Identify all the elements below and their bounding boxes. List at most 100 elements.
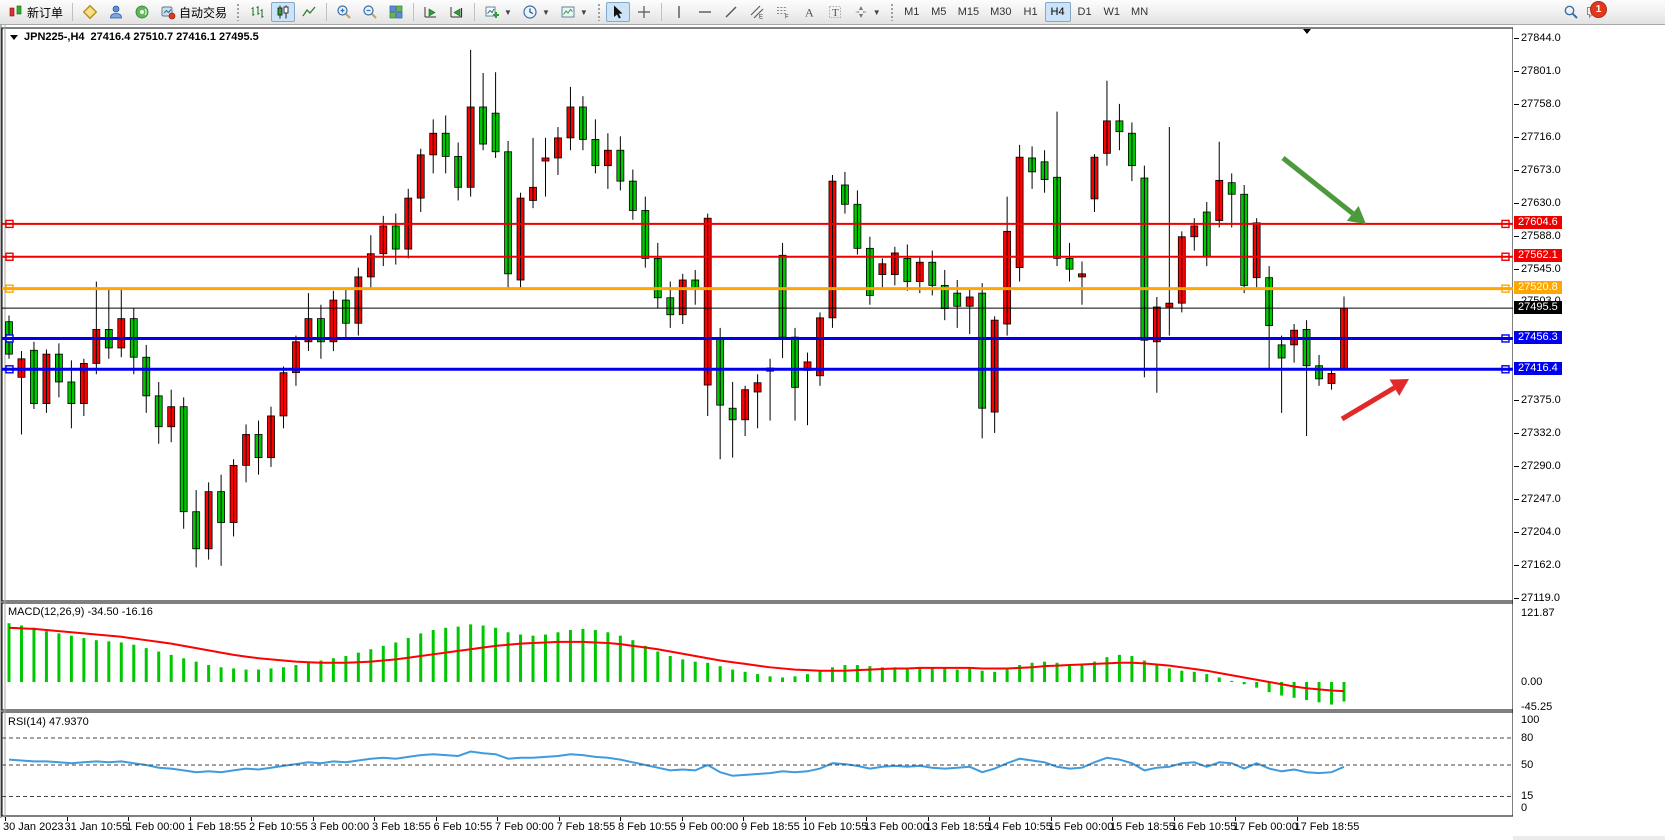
periods-button[interactable]: ▼ — [518, 2, 554, 22]
toolbar-drag-handle[interactable] — [890, 3, 894, 21]
timeframe-button-M1[interactable]: M1 — [899, 2, 925, 22]
macd-hist-bar — [1268, 682, 1271, 692]
toolbar-drag-handle[interactable] — [597, 3, 601, 21]
new-order-button[interactable]: 新订单 — [4, 2, 67, 22]
time-tick — [128, 817, 129, 821]
notification-badge[interactable]: 1 — [1590, 1, 1607, 18]
text-tool-button[interactable]: A — [797, 2, 821, 22]
price-tick: 27332.0 — [1521, 427, 1561, 439]
time-tick — [1051, 817, 1052, 821]
macd-hist-bar — [1130, 656, 1133, 682]
macd-axis-zero: 0.00 — [1521, 676, 1542, 688]
tile-windows-button[interactable] — [384, 2, 408, 22]
autotrade-icon — [160, 4, 176, 20]
timeframe-button-M5[interactable]: M5 — [926, 2, 952, 22]
time-tick — [1297, 817, 1298, 821]
price-tick: 27758.0 — [1521, 98, 1561, 110]
macd-hist-bar — [1006, 670, 1009, 682]
time-tick — [682, 817, 683, 821]
macd-hist-bar — [806, 674, 809, 682]
macd-hist-bar — [307, 663, 310, 682]
timeframe-button-M30[interactable]: M30 — [985, 2, 1016, 22]
vertical-line-tool-button[interactable] — [667, 2, 691, 22]
rsi-axis-50: 50 — [1521, 759, 1533, 771]
dropdown-caret: ▼ — [873, 8, 881, 17]
signals-button[interactable] — [130, 2, 154, 22]
macd-hist-bar — [656, 651, 659, 682]
clock-icon — [522, 4, 538, 20]
crosshair-button[interactable] — [632, 2, 656, 22]
price-tick: 27162.0 — [1521, 559, 1561, 571]
bar-chart-button[interactable] — [245, 2, 269, 22]
autotrade-button[interactable]: 自动交易 — [156, 2, 231, 22]
timeframe-button-M15[interactable]: M15 — [953, 2, 984, 22]
mt4-window: 新订单 — [0, 0, 1665, 840]
candlestick-chart-button[interactable] — [271, 2, 295, 22]
price-tick: 27630.0 — [1521, 197, 1561, 209]
auto-scroll-button[interactable] — [419, 2, 443, 22]
macd-hist-bar — [1031, 663, 1034, 682]
channel-tool-button[interactable]: E — [745, 2, 769, 22]
macd-hist-bar — [394, 642, 397, 682]
time-tick — [436, 817, 437, 821]
template-icon — [560, 4, 576, 20]
macd-hist-bar — [257, 670, 260, 682]
community-button[interactable] — [104, 2, 128, 22]
macd-hist-bar — [195, 662, 198, 682]
time-axis[interactable]: 30 Jan 202331 Jan 10:551 Feb 00:001 Feb … — [0, 818, 1513, 840]
macd-hist-bar — [781, 677, 784, 682]
text-icon: A — [801, 4, 817, 20]
macd-hist-bar — [145, 648, 148, 682]
zoom-out-button[interactable] — [358, 2, 382, 22]
timeframe-button-D1[interactable]: D1 — [1072, 2, 1098, 22]
bar-chart-icon — [249, 4, 265, 20]
timeframe-button-H4[interactable]: H4 — [1045, 2, 1071, 22]
macd-hist-bar — [432, 630, 435, 682]
time-label: 17 Feb 18:55 — [1295, 821, 1360, 833]
price-tick: 27588.0 — [1521, 230, 1561, 242]
macd-hist-bar — [1305, 682, 1308, 700]
horizontal-line-tool-button[interactable] — [693, 2, 717, 22]
symbol-dropdown-icon[interactable] — [10, 35, 18, 40]
chart-corner-dropdown-icon[interactable] — [1303, 29, 1311, 34]
time-label: 15 Feb 00:00 — [1049, 821, 1114, 833]
timeframe-button-MN[interactable]: MN — [1126, 2, 1153, 22]
autotrade-label: 自动交易 — [179, 4, 227, 21]
macd-hist-bar — [82, 638, 85, 682]
macd-hist-bar — [943, 668, 946, 682]
separator — [661, 3, 662, 21]
metaeditor-button[interactable] — [78, 2, 102, 22]
chart-canvas[interactable] — [0, 0, 1665, 840]
macd-hist-bar — [794, 676, 797, 682]
chart-shift-button[interactable] — [445, 2, 469, 22]
price-line-label: 27604.6 — [1514, 216, 1562, 229]
rsi-name: RSI(14) — [8, 716, 46, 728]
macd-hist-bar — [993, 672, 996, 682]
price-axis[interactable]: 27844.027801.027758.027716.027673.027630… — [1513, 25, 1665, 818]
timeframe-button-W1[interactable]: W1 — [1099, 2, 1126, 22]
macd-hist-bar — [706, 663, 709, 682]
arrows-tool-button[interactable]: ▼ — [849, 2, 885, 22]
time-label: 15 Feb 18:55 — [1110, 821, 1175, 833]
label-tool-button[interactable]: T — [823, 2, 847, 22]
macd-hist-bar — [1255, 682, 1258, 688]
signal-icon — [134, 4, 150, 20]
timeframe-button-H1[interactable]: H1 — [1018, 2, 1044, 22]
toolbar-drag-handle[interactable] — [236, 3, 240, 21]
line-chart-button[interactable] — [297, 2, 321, 22]
search-icon[interactable] — [1563, 4, 1579, 20]
macd-hist-bar — [245, 670, 248, 682]
indicators-button[interactable]: ▼ — [480, 2, 516, 22]
macd-hist-bar — [107, 641, 110, 682]
templates-button[interactable]: ▼ — [556, 2, 592, 22]
cursor-button[interactable] — [606, 2, 630, 22]
macd-hist-bar — [843, 665, 846, 682]
price-line-label: 27495.5 — [1514, 301, 1562, 314]
trendline-tool-button[interactable] — [719, 2, 743, 22]
zoom-in-button[interactable] — [332, 2, 356, 22]
macd-hist-bar — [1168, 668, 1171, 682]
macd-hist-bar — [756, 674, 759, 682]
macd-hist-bar — [282, 667, 285, 682]
fibonacci-tool-button[interactable]: F — [771, 2, 795, 22]
macd-hist-bar — [369, 649, 372, 682]
